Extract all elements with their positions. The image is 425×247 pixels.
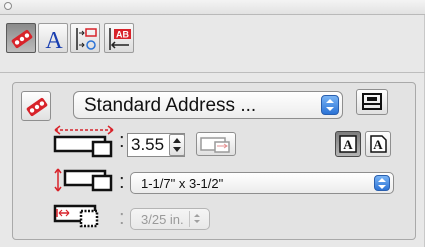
width-value: 3.55	[131, 135, 165, 154]
label-size-popup[interactable]: 1-1/7" x 3-1/2"	[130, 172, 394, 194]
printer-icon	[362, 93, 382, 110]
width-colon: :	[119, 130, 125, 152]
title-bar	[0, 0, 425, 15]
text-tool-button[interactable]: A	[38, 23, 68, 54]
inspector-panel: A AB Standard Address ...: 3.55 A A: 1…	[0, 0, 425, 247]
label-settings-group: Standard Address ... : 3.55 A A: 1-1/7"…	[12, 82, 416, 240]
toolbar: A AB	[0, 15, 425, 73]
popup-arrows-icon	[321, 95, 339, 115]
text-a-icon: A	[45, 28, 63, 54]
label-size-value: 1-1/7" x 3-1/2"	[141, 176, 224, 191]
margin-popup[interactable]: 3/25 in.	[130, 208, 210, 230]
label-height-icon	[54, 168, 113, 192]
align-ab-icon: AB	[109, 28, 131, 50]
print-button[interactable]	[356, 89, 388, 115]
stepper-arrows-icon	[173, 138, 181, 152]
margin-value: 3/25 in.	[141, 212, 184, 227]
close-button[interactable]	[4, 2, 12, 10]
label-ribbon-icon	[26, 97, 48, 117]
label-margin-icon	[53, 204, 99, 228]
distribute-icon	[76, 28, 97, 50]
text-frame-a-icon: A	[339, 135, 357, 153]
svg-text:A: A	[373, 137, 383, 152]
toolbar-divider	[0, 72, 425, 73]
label-tool-button[interactable]	[6, 23, 36, 53]
fit-width-button[interactable]	[196, 132, 236, 156]
text-page-a-icon: A	[370, 135, 387, 153]
height-colon: :	[119, 171, 125, 193]
align-tool-button[interactable]: AB	[104, 23, 134, 53]
popup-arrows-icon	[189, 211, 206, 227]
label-template-value: Standard Address ...	[84, 95, 257, 116]
text-style-outline-button[interactable]: A	[365, 131, 391, 157]
svg-text:AB: AB	[116, 30, 129, 40]
label-type-button[interactable]	[21, 91, 51, 121]
label-width-icon	[53, 125, 114, 158]
label-template-popup[interactable]: Standard Address ...	[73, 91, 343, 119]
svg-text:A: A	[343, 137, 353, 152]
svg-text:A: A	[45, 28, 63, 54]
margin-colon: :	[119, 207, 125, 229]
text-style-bold-button[interactable]: A	[335, 131, 361, 157]
label-ribbon-icon	[11, 29, 33, 49]
width-stepper[interactable]	[169, 134, 185, 156]
popup-arrows-icon	[374, 175, 390, 191]
fit-width-icon	[200, 137, 230, 153]
distribute-tool-button[interactable]	[70, 23, 100, 53]
